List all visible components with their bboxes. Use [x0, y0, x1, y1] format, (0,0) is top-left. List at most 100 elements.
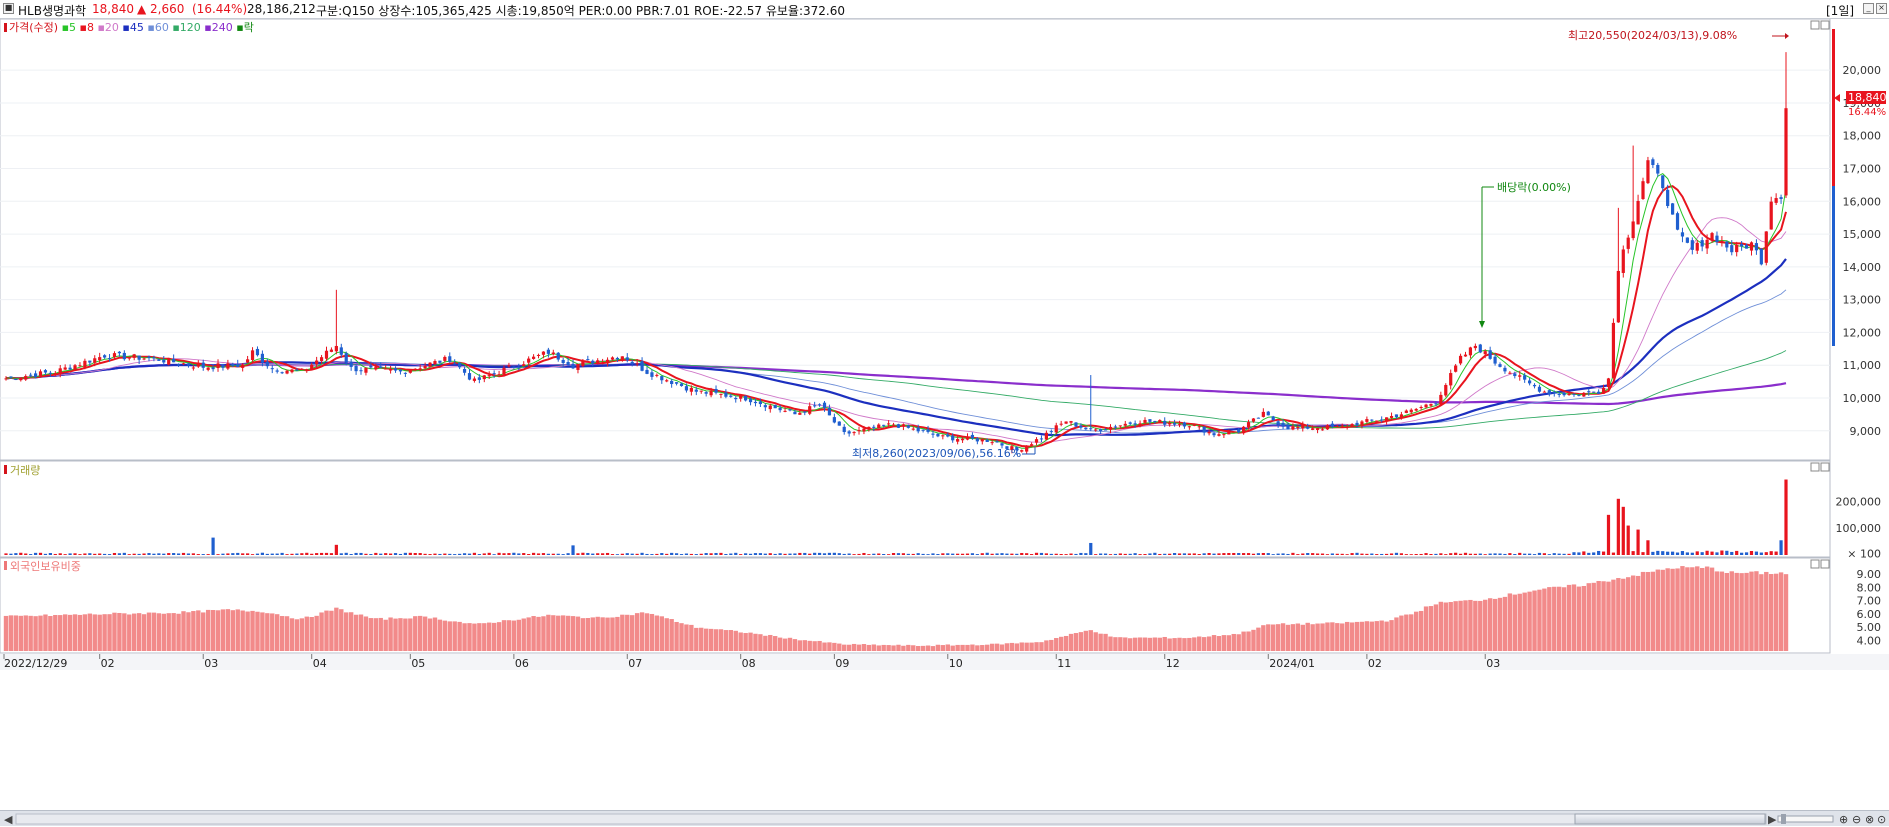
candle-body — [344, 353, 348, 363]
foreign-ratio-bar — [625, 614, 630, 651]
volume-bar — [1404, 554, 1408, 555]
foreign-ratio-bar — [1044, 640, 1049, 651]
panel-close-icon[interactable] — [1820, 559, 1830, 569]
candle-body — [808, 406, 812, 414]
foreign-ratio-bar — [615, 616, 620, 651]
volume-bar — [1217, 553, 1221, 555]
window-menu-icon[interactable]: ■ — [3, 3, 14, 14]
volume-bar — [1079, 552, 1083, 555]
foreign-ratio-bar — [1527, 591, 1532, 651]
candle-body — [1143, 419, 1147, 423]
candle-body — [1454, 365, 1458, 372]
candle-body — [887, 423, 891, 425]
volume-bar — [1227, 553, 1231, 555]
scroll-left-icon[interactable]: ◀ — [4, 813, 13, 826]
foreign-ratio-bar — [1719, 571, 1725, 651]
foreign-ratio-bar — [600, 617, 605, 651]
candle-body — [1646, 160, 1650, 184]
minimize-icon[interactable]: _ — [1863, 3, 1874, 14]
candle-body — [1276, 421, 1280, 425]
price-tick: 10,000 — [1843, 392, 1882, 405]
volume-bar — [1232, 552, 1236, 555]
volume-bar — [408, 552, 412, 555]
foreign-ratio-bar — [1497, 597, 1503, 651]
zoom-slider[interactable] — [1777, 815, 1834, 823]
zoom-out-icon[interactable]: ⊖ — [1852, 813, 1861, 826]
volume-bar — [231, 553, 235, 555]
volume-bar — [1685, 552, 1689, 555]
price-legend[interactable]: 가격(수정) ▪5 ▪8 ▪20 ▪45 ▪60 ▪120 ▪240 ▪락 — [4, 21, 254, 34]
foreign-ratio-bar — [876, 645, 881, 651]
foreign-ratio-bar — [1231, 633, 1236, 651]
foreign-ratio-bar — [265, 613, 270, 651]
volume-bar — [556, 553, 560, 555]
zoom-fit-icon[interactable]: ⊙ — [1877, 813, 1886, 826]
panel-maximize-icon[interactable] — [1810, 462, 1820, 472]
foreign-ratio-bar — [955, 644, 960, 651]
candle-body — [1478, 344, 1482, 353]
legend-item: ▪120 — [169, 21, 201, 34]
volume-bar — [241, 553, 245, 555]
candle-body — [1256, 417, 1261, 419]
candle-body — [1759, 248, 1763, 265]
volume-bar — [305, 552, 309, 555]
scroll-thumb[interactable] — [1574, 813, 1766, 825]
candle-body — [788, 409, 792, 411]
foreign-ratio-bar — [1201, 637, 1207, 651]
candle-body — [1577, 394, 1581, 396]
foreign-ratio-bar — [610, 617, 615, 651]
zoom-reset-icon[interactable]: ⊗ — [1865, 813, 1874, 826]
panel-maximize-icon[interactable] — [1810, 559, 1820, 569]
chart-scroll-bar[interactable]: ◀ ▶ ⊕ ⊖ ⊗ ⊙ — [0, 810, 1889, 826]
close-icon[interactable]: × — [1876, 3, 1887, 14]
candle-body — [586, 359, 590, 361]
foreign-ratio-bar — [146, 612, 152, 651]
foreign-ratio-bar — [980, 645, 985, 651]
candle-body — [941, 435, 945, 437]
zoom-in-icon[interactable]: ⊕ — [1839, 813, 1848, 826]
candle-body — [142, 358, 146, 360]
foreign-ratio-bar — [117, 612, 122, 651]
panel-close-icon[interactable] — [1820, 20, 1830, 30]
zoom-slider-handle[interactable] — [1781, 814, 1786, 824]
volume-bar — [68, 553, 72, 555]
foreign-ratio-bar — [319, 612, 324, 651]
period-selector[interactable]: [1일] — [1826, 2, 1854, 19]
volume-legend[interactable]: 거래량 — [4, 464, 40, 477]
foreign-ratio-bar — [1034, 642, 1039, 651]
volume-bar — [788, 553, 792, 555]
candle-body — [147, 356, 151, 358]
foreign-ratio-bar — [368, 618, 374, 651]
foreign-ratio-bar — [1340, 623, 1345, 651]
candle-body — [393, 368, 398, 371]
candle-body — [1044, 432, 1048, 440]
price-change: ▲ 2,660 — [137, 2, 185, 16]
volume-bar — [763, 553, 767, 555]
foreign-ratio-bar — [107, 614, 112, 651]
panel-close-icon[interactable] — [1820, 462, 1830, 472]
candle-body — [1370, 419, 1374, 421]
scroll-track[interactable] — [15, 813, 1767, 825]
foreign-ratio-bar — [1458, 600, 1463, 651]
volume-bar — [458, 553, 462, 555]
foreign-legend[interactable]: 외국인보유비중 — [4, 560, 81, 573]
stock-chart[interactable]: 9,000 10,000 11,000 12,000 13,000 14,000 15,00… — [0, 19, 1889, 810]
foreign-ratio-bar — [1547, 587, 1552, 651]
panel-maximize-icon[interactable] — [1810, 20, 1820, 30]
volume-bar — [753, 553, 758, 555]
candle-body — [1360, 421, 1364, 425]
volume-bar — [122, 552, 126, 555]
volume-bar — [1419, 553, 1423, 555]
scroll-right-icon[interactable]: ▶ — [1768, 813, 1777, 826]
candle-body — [78, 365, 82, 367]
candle-body — [768, 405, 772, 410]
volume-bar — [482, 553, 486, 555]
candle-body — [645, 369, 649, 374]
volume-bar — [1005, 553, 1009, 555]
stock-name[interactable]: HLB생명과학 — [18, 2, 86, 19]
foreign-ratio-bar — [777, 637, 783, 651]
foreign-ratio-bar — [753, 633, 758, 651]
foreign-ratio-bar — [526, 617, 531, 651]
volume-bar — [517, 553, 521, 555]
candle-body — [1626, 237, 1630, 249]
